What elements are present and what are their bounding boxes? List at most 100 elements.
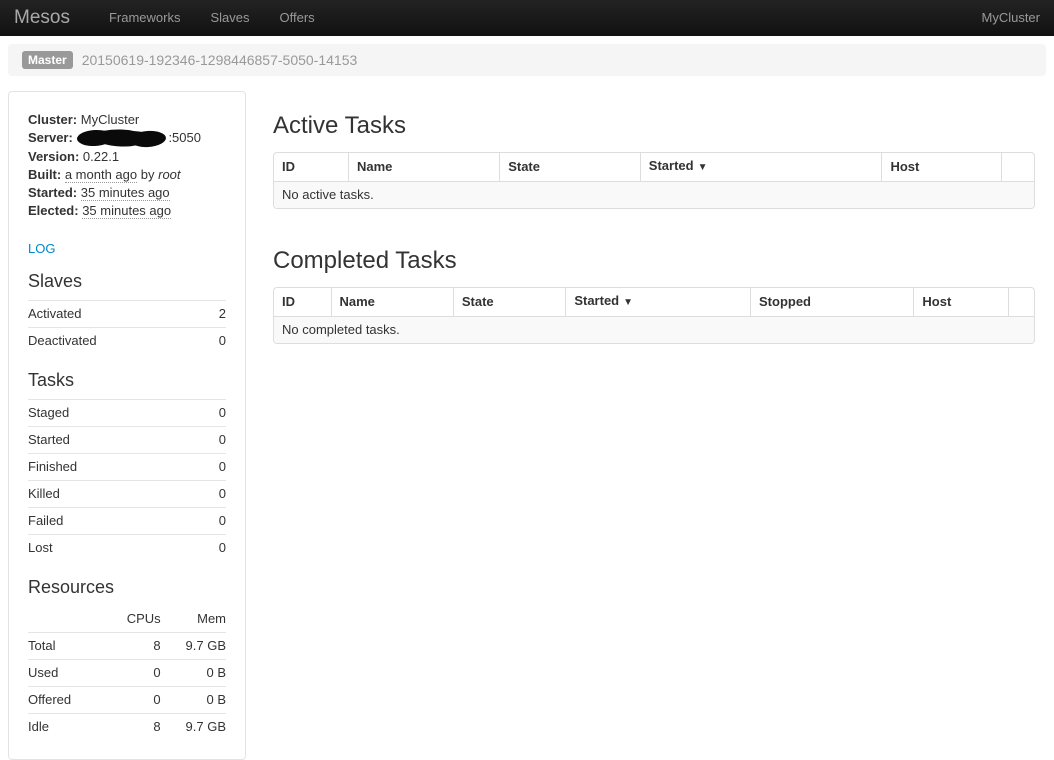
master-badge: Master	[22, 51, 73, 69]
resource-label: Total	[28, 633, 107, 660]
resource-row-offered: Offered 0 0 B	[28, 687, 226, 714]
elected-time: 35 minutes ago	[82, 203, 171, 219]
col-header-name[interactable]: Name	[348, 153, 499, 182]
slaves-section-title: Slaves	[28, 270, 226, 292]
resources-header-empty	[28, 606, 107, 633]
cluster-info-line: Cluster: MyCluster	[28, 111, 226, 129]
navbar-cluster-name: MyCluster	[981, 8, 1040, 28]
version-value: 0.22.1	[83, 149, 119, 164]
resource-mem: 0 B	[161, 687, 226, 714]
version-label: Version:	[28, 149, 79, 164]
stat-value: 2	[207, 301, 226, 328]
stat-value: 0	[201, 508, 226, 535]
col-header-stopped[interactable]: Stopped	[751, 288, 914, 317]
stat-label: Lost	[28, 535, 201, 562]
master-summary-panel: Cluster: MyCluster Server: :5050 Version…	[8, 91, 246, 760]
stat-label: Activated	[28, 301, 207, 328]
stat-value: 0	[201, 454, 226, 481]
empty-state-row: No completed tasks.	[274, 317, 1034, 344]
cluster-value: MyCluster	[81, 112, 140, 127]
started-time: 35 minutes ago	[81, 185, 170, 201]
empty-state-row: No active tasks.	[274, 182, 1034, 209]
nav-item-frameworks[interactable]: Frameworks	[94, 0, 196, 36]
stat-row-killed: Killed 0	[28, 481, 226, 508]
resource-label: Used	[28, 660, 107, 687]
col-header-host[interactable]: Host	[914, 288, 1009, 317]
resource-mem: 9.7 GB	[161, 714, 226, 741]
top-navbar: Mesos Frameworks Slaves Offers MyCluster	[0, 0, 1054, 36]
nav-item-offers[interactable]: Offers	[265, 0, 330, 36]
resource-row-total: Total 8 9.7 GB	[28, 633, 226, 660]
completed-tasks-header-row: ID Name State Started ▼ Stopped Host	[274, 288, 1034, 317]
resource-mem: 0 B	[161, 660, 226, 687]
stat-row-failed: Failed 0	[28, 508, 226, 535]
resource-cpus: 8	[107, 633, 160, 660]
resource-cpus: 8	[107, 714, 160, 741]
server-label: Server:	[28, 130, 73, 145]
stat-label: Deactivated	[28, 328, 207, 355]
resource-label: Idle	[28, 714, 107, 741]
resource-cpus: 0	[107, 687, 160, 714]
nav-item-slaves[interactable]: Slaves	[195, 0, 264, 36]
col-header-started-label: Started	[649, 158, 694, 173]
col-header-state[interactable]: State	[453, 288, 565, 317]
stat-label: Failed	[28, 508, 201, 535]
col-header-host[interactable]: Host	[882, 153, 1001, 182]
stat-value: 0	[207, 328, 226, 355]
built-by-text: by	[141, 167, 155, 182]
redacted-server-address	[77, 129, 167, 148]
stat-row-activated: Activated 2	[28, 301, 226, 328]
started-label: Started:	[28, 185, 77, 200]
master-id: 20150619-192346-1298446857-5050-14153	[82, 50, 358, 70]
completed-tasks-table: ID Name State Started ▼ Stopped Host No c…	[273, 287, 1035, 344]
sort-desc-icon: ▼	[698, 162, 708, 173]
active-tasks-table: ID Name State Started ▼ Host No active ta…	[273, 152, 1035, 209]
stat-row-started: Started 0	[28, 427, 226, 454]
stat-label: Finished	[28, 454, 201, 481]
built-user: root	[158, 167, 180, 182]
resources-header-mem: Mem	[161, 606, 226, 633]
built-label: Built:	[28, 167, 61, 182]
cluster-label: Cluster:	[28, 112, 77, 127]
built-time: a month ago	[65, 167, 137, 183]
resource-mem: 9.7 GB	[161, 633, 226, 660]
main-content: Active Tasks ID Name State Started ▼ Host	[273, 91, 1035, 344]
resources-header-row: CPUs Mem	[28, 606, 226, 633]
resource-label: Offered	[28, 687, 107, 714]
stat-label: Started	[28, 427, 201, 454]
col-header-started[interactable]: Started ▼	[640, 153, 882, 182]
completed-tasks-title: Completed Tasks	[273, 246, 1035, 276]
slaves-stats-table: Activated 2 Deactivated 0	[28, 300, 226, 354]
stat-value: 0	[201, 535, 226, 562]
version-info-line: Version: 0.22.1	[28, 148, 226, 166]
stat-label: Killed	[28, 481, 201, 508]
tasks-section-title: Tasks	[28, 369, 226, 391]
active-tasks-empty-text: No active tasks.	[274, 182, 1034, 209]
stat-value: 0	[201, 427, 226, 454]
col-header-started[interactable]: Started ▼	[566, 288, 751, 317]
stat-row-finished: Finished 0	[28, 454, 226, 481]
resource-cpus: 0	[107, 660, 160, 687]
started-info-line: Started: 35 minutes ago	[28, 184, 226, 202]
col-header-started-label: Started	[574, 293, 619, 308]
sort-desc-icon: ▼	[623, 297, 633, 308]
tasks-stats-table: Staged 0 Started 0 Finished 0 Killed 0 F…	[28, 399, 226, 561]
active-tasks-header-row: ID Name State Started ▼ Host	[274, 153, 1034, 182]
built-info-line: Built: a month ago by root	[28, 166, 226, 184]
col-header-state[interactable]: State	[500, 153, 641, 182]
breadcrumb: Master 20150619-192346-1298446857-5050-1…	[8, 44, 1046, 76]
brand-mesos[interactable]: Mesos	[14, 0, 70, 36]
completed-tasks-empty-text: No completed tasks.	[274, 317, 1034, 344]
col-header-name[interactable]: Name	[331, 288, 453, 317]
active-tasks-title: Active Tasks	[273, 111, 1035, 141]
log-link[interactable]: LOG	[28, 239, 55, 259]
col-header-id[interactable]: ID	[274, 288, 331, 317]
col-header-id[interactable]: ID	[274, 153, 348, 182]
resources-section-title: Resources	[28, 576, 226, 598]
server-port: :5050	[168, 130, 201, 145]
stat-row-deactivated: Deactivated 0	[28, 328, 226, 355]
stat-row-staged: Staged 0	[28, 400, 226, 427]
resources-header-cpus: CPUs	[107, 606, 160, 633]
resource-row-used: Used 0 0 B	[28, 660, 226, 687]
stat-row-lost: Lost 0	[28, 535, 226, 562]
